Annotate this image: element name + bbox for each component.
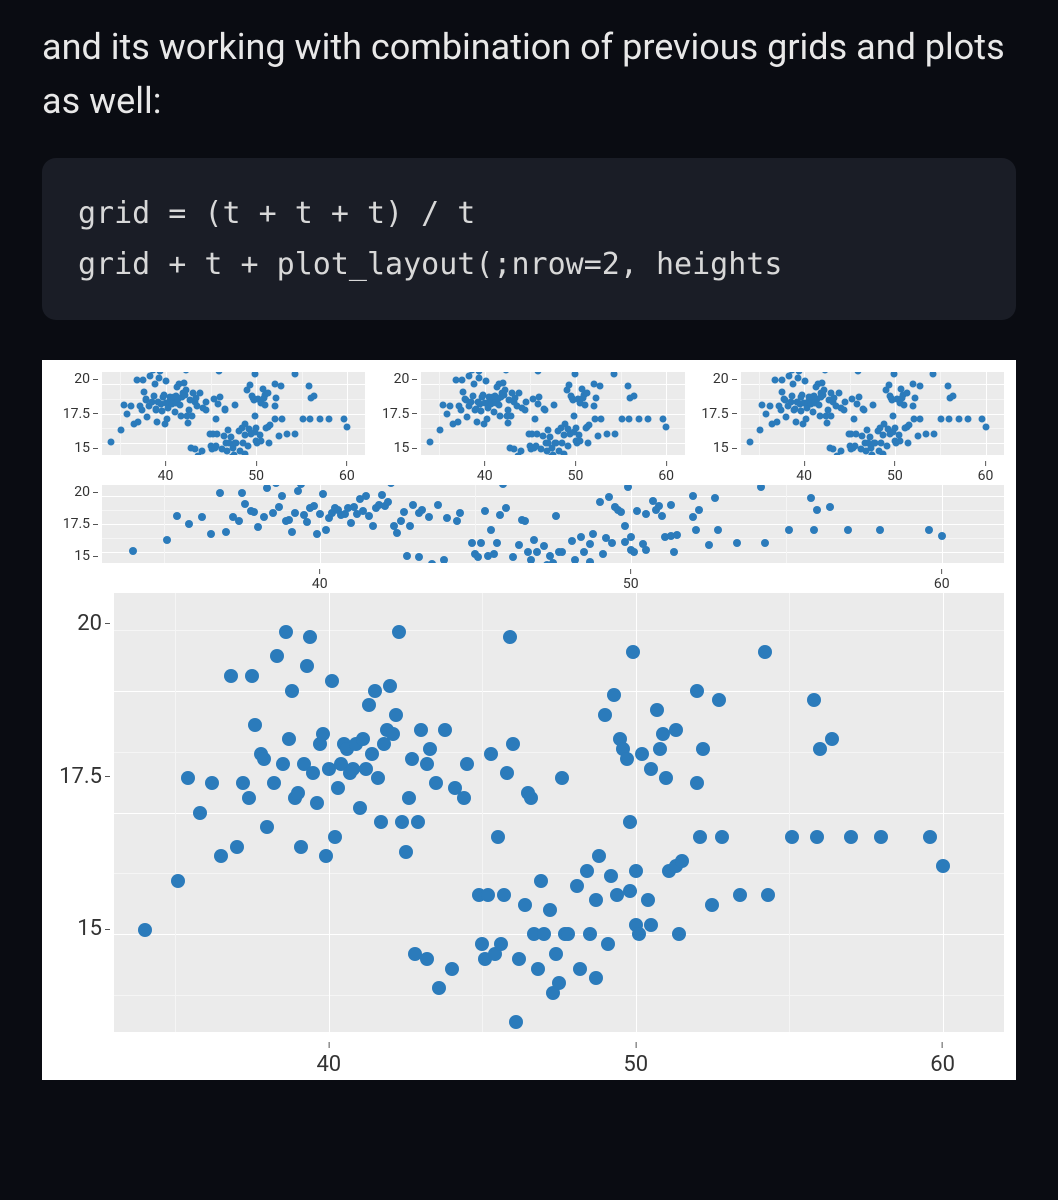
plot-area: [421, 372, 684, 455]
x-tick: 40: [477, 461, 493, 484]
y-tick: 17.5: [63, 407, 98, 421]
x-axis: 40 50 60: [373, 455, 684, 477]
x-tick: 50: [248, 461, 264, 484]
y-axis: 20 17.5 15: [693, 372, 741, 455]
x-tick: 50: [623, 569, 639, 592]
y-tick: 17.5: [701, 407, 736, 421]
x-axis: 40 50 60: [54, 1032, 1004, 1068]
x-tick: 60: [339, 461, 355, 484]
x-tick: 40: [158, 461, 174, 484]
plot-row-2: 20 17.5 15 40 50 60: [54, 485, 1004, 585]
x-tick: 50: [623, 1042, 648, 1077]
y-tick: 15: [394, 441, 418, 455]
plot-grid: 20 17.5 15 40 50 60 20 17.5 15: [42, 360, 1016, 1080]
x-tick: 40: [316, 1042, 341, 1077]
y-tick: 20: [394, 372, 418, 386]
x-tick: 50: [887, 461, 903, 484]
small-panel-2: 20 17.5 15 40 50 60: [373, 372, 684, 477]
y-tick: 17.5: [63, 517, 98, 531]
y-tick: 20: [77, 613, 110, 635]
small-panel-1: 20 17.5 15 40 50 60: [54, 372, 365, 477]
y-axis: 20 17.5 15: [54, 593, 114, 1032]
x-tick: 40: [312, 569, 328, 592]
y-tick: 17.5: [382, 407, 417, 421]
y-tick: 17.5: [59, 766, 110, 788]
x-axis: 40 50 60: [54, 455, 365, 477]
y-tick: 15: [713, 441, 737, 455]
plot-row-3: 20 17.5 15 40 50 60: [54, 593, 1004, 1068]
plot-area: [102, 372, 365, 455]
plot-area: [741, 372, 1004, 455]
plot-area: [102, 485, 1004, 563]
y-tick: 20: [713, 372, 737, 386]
y-tick: 15: [77, 918, 110, 940]
x-tick: 40: [796, 461, 812, 484]
x-axis: 40 50 60: [693, 455, 1004, 477]
wide-panel: 20 17.5 15 40 50 60: [54, 485, 1004, 585]
y-tick: 15: [74, 549, 98, 563]
y-axis: 20 17.5 15: [373, 372, 421, 455]
code-block: grid = (t + t + t) / t grid + t + plot_l…: [42, 158, 1016, 320]
x-tick: 60: [934, 569, 950, 592]
y-tick: 20: [74, 485, 98, 499]
x-tick: 50: [568, 461, 584, 484]
large-panel: 20 17.5 15 40 50 60: [54, 593, 1004, 1068]
y-tick: 15: [74, 441, 98, 455]
x-tick: 60: [930, 1042, 955, 1077]
y-axis: 20 17.5 15: [54, 485, 102, 563]
y-axis: 20 17.5 15: [54, 372, 102, 455]
intro-text: and its working with combination of prev…: [42, 20, 1016, 128]
x-tick: 60: [658, 461, 674, 484]
plot-row-1: 20 17.5 15 40 50 60 20 17.5 15: [54, 372, 1004, 477]
x-tick: 60: [978, 461, 994, 484]
y-tick: 20: [74, 372, 98, 386]
x-axis: 40 50 60: [54, 563, 1004, 585]
plot-area: [114, 593, 1004, 1032]
small-panel-3: 20 17.5 15 40 50 60: [693, 372, 1004, 477]
